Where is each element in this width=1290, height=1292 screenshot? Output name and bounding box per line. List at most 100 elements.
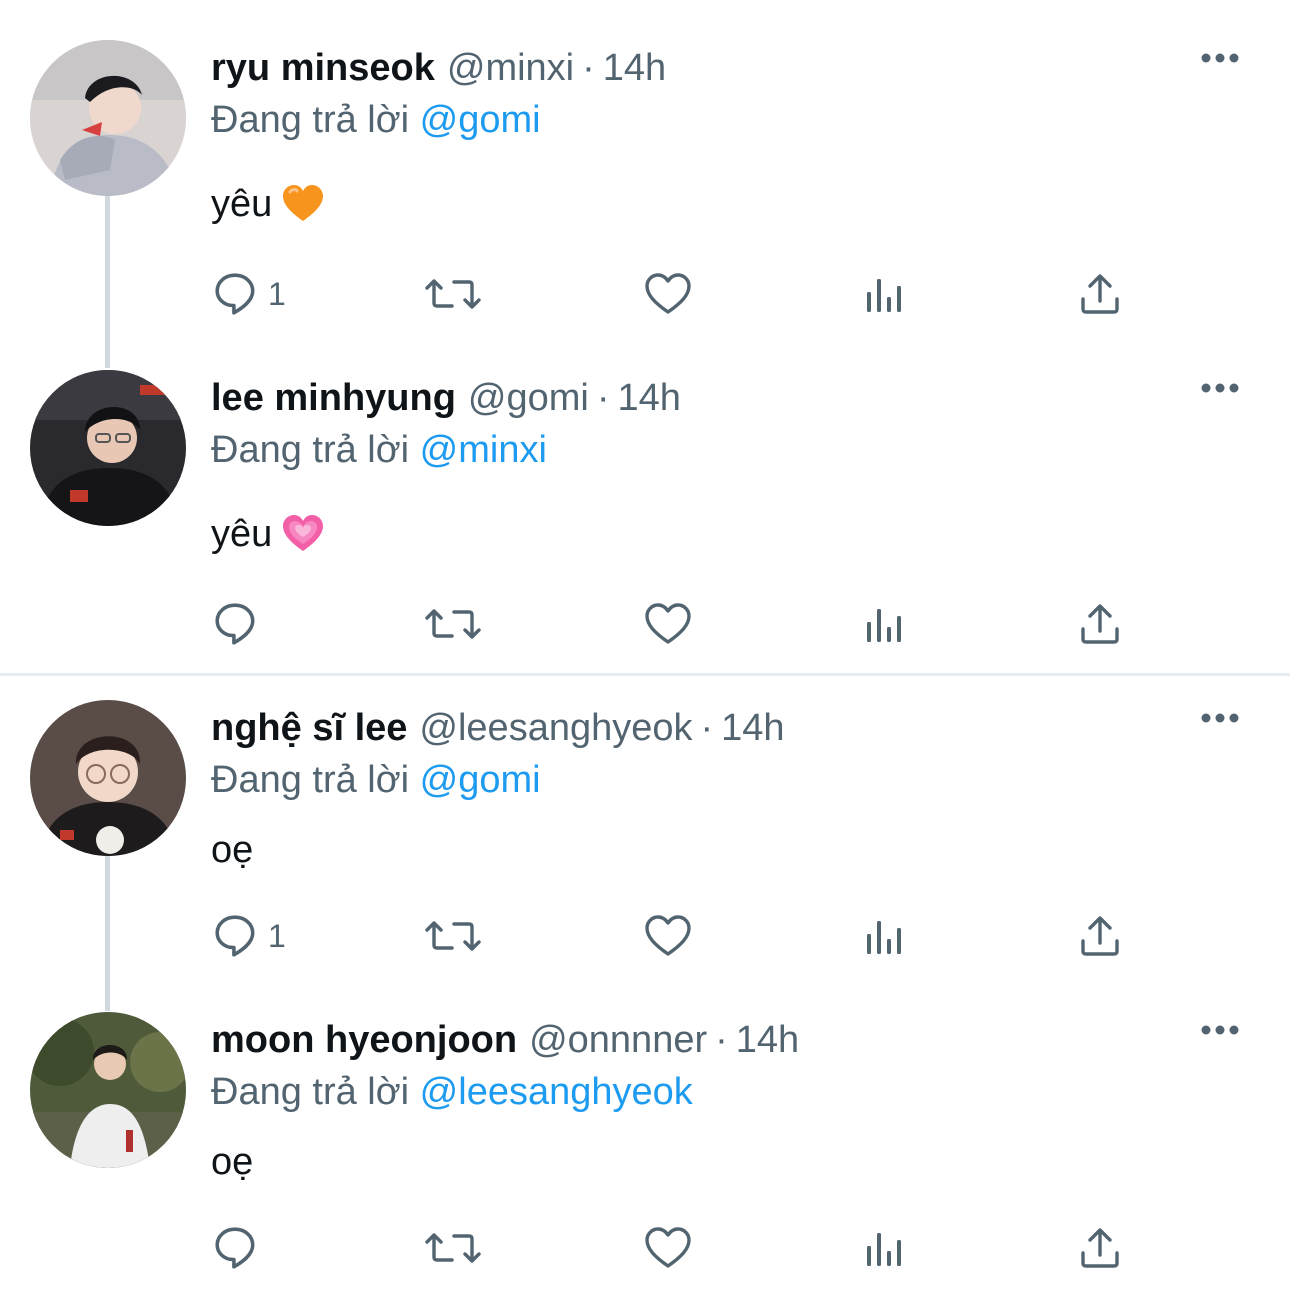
- tweet-actions: [210, 1218, 1150, 1278]
- tweet[interactable]: ryu minseok @minxi · 14h Đang trả lời @gomi…: [0, 38, 1290, 338]
- views-button[interactable]: [865, 264, 903, 324]
- timestamp[interactable]: 14h: [618, 377, 681, 419]
- separator: ·: [582, 47, 595, 89]
- share-button[interactable]: [1080, 264, 1120, 324]
- mention-link[interactable]: @gomi: [420, 99, 541, 141]
- reply-icon: [215, 1227, 255, 1269]
- username[interactable]: @onnnner: [529, 1019, 707, 1061]
- replying-to: Đang trả lời @leesanghyeok: [211, 1062, 693, 1122]
- views-button[interactable]: [865, 594, 903, 654]
- divider: [0, 673, 1290, 676]
- tweet[interactable]: nghệ sĩ lee @leesanghyeok · 14h Đang trả lờ…: [0, 698, 1290, 998]
- reply-icon: [215, 603, 255, 645]
- avatar[interactable]: [30, 370, 186, 526]
- share-icon: [1081, 916, 1119, 956]
- orange-heart-icon: [282, 182, 324, 238]
- tweet[interactable]: moon hyeonjoon @onnnner · 14h Đang trả lời …: [0, 1010, 1290, 1292]
- analytics-icon: [867, 1233, 901, 1266]
- tweet-text-content: yêu: [211, 513, 273, 555]
- more-button[interactable]: [1200, 710, 1252, 746]
- retweet-icon: [425, 279, 481, 309]
- growing-heart-icon: [282, 512, 324, 568]
- timestamp[interactable]: 14h: [721, 707, 784, 749]
- avatar[interactable]: [30, 40, 186, 196]
- tweet-actions: [210, 594, 1150, 654]
- more-button[interactable]: [1200, 1022, 1252, 1058]
- replying-to-label: Đang trả lời: [211, 1071, 410, 1113]
- share-button[interactable]: [1080, 594, 1120, 654]
- retweet-button[interactable]: [425, 906, 481, 966]
- retweet-icon: [425, 609, 481, 639]
- retweet-button[interactable]: [425, 594, 481, 654]
- retweet-icon: [425, 1233, 481, 1263]
- separator: ·: [596, 377, 610, 419]
- like-button[interactable]: [645, 1218, 691, 1278]
- like-button[interactable]: [645, 594, 691, 654]
- reply-count: 1: [268, 275, 286, 312]
- replying-to: Đang trả lời @gomi: [211, 90, 541, 150]
- share-icon: [1081, 1228, 1119, 1268]
- more-icon: [1201, 53, 1239, 63]
- username[interactable]: @minxi: [447, 47, 574, 89]
- analytics-icon: [867, 921, 901, 954]
- heart-icon: [645, 1227, 691, 1268]
- more-icon: [1201, 713, 1239, 723]
- mention-link[interactable]: @leesanghyeok: [420, 1071, 693, 1113]
- share-icon: [1081, 604, 1119, 644]
- tweet-actions: 1: [210, 264, 1150, 324]
- tweet-header: moon hyeonjoon @onnnner · 14h: [211, 1010, 799, 1070]
- reply-button[interactable]: [214, 594, 268, 654]
- reply-button[interactable]: 1: [214, 906, 286, 966]
- tweet[interactable]: lee minhyung @gomi · 14h Đang trả lời @minx…: [0, 368, 1290, 668]
- display-name[interactable]: nghệ sĩ lee: [211, 707, 407, 749]
- display-name[interactable]: moon hyeonjoon: [211, 1019, 517, 1061]
- tweet-text-content: yêu: [211, 183, 273, 225]
- retweet-button[interactable]: [425, 264, 481, 324]
- like-button[interactable]: [645, 264, 691, 324]
- avatar[interactable]: [30, 700, 186, 856]
- tweet-text: yêu: [211, 506, 324, 568]
- avatar[interactable]: [30, 1012, 186, 1168]
- tweet-header: lee minhyung @gomi · 14h: [211, 368, 681, 428]
- display-name[interactable]: ryu minseok: [211, 47, 435, 89]
- timestamp[interactable]: 14h: [603, 47, 666, 89]
- tweet-text-content: oẹ: [211, 1141, 254, 1183]
- username[interactable]: @leesanghyeok: [419, 707, 692, 749]
- replying-to-label: Đang trả lời: [211, 429, 410, 471]
- replying-to: Đang trả lời @gomi: [211, 750, 541, 810]
- tweet-actions: 1: [210, 906, 1150, 966]
- like-button[interactable]: [645, 906, 691, 966]
- analytics-icon: [867, 609, 901, 642]
- share-icon: [1081, 274, 1119, 314]
- tweet-header: ryu minseok @minxi · 14h: [211, 38, 666, 98]
- tweet-text: oẹ: [211, 822, 253, 878]
- analytics-icon: [867, 279, 901, 312]
- reply-icon: [215, 915, 255, 957]
- mention-link[interactable]: @minxi: [420, 429, 547, 471]
- reply-button[interactable]: [214, 1218, 268, 1278]
- heart-icon: [645, 915, 691, 956]
- reply-count: 1: [268, 917, 286, 954]
- reply-icon: [215, 273, 255, 315]
- heart-icon: [645, 273, 691, 314]
- views-button[interactable]: [865, 906, 903, 966]
- replying-to-label: Đang trả lời: [211, 99, 410, 141]
- timestamp[interactable]: 14h: [736, 1019, 799, 1061]
- display-name[interactable]: lee minhyung: [211, 377, 456, 419]
- more-button[interactable]: [1200, 380, 1252, 416]
- retweet-button[interactable]: [425, 1218, 481, 1278]
- views-button[interactable]: [865, 1218, 903, 1278]
- share-button[interactable]: [1080, 906, 1120, 966]
- separator: ·: [700, 707, 714, 749]
- separator: ·: [715, 1019, 728, 1061]
- tweet-text-content: oẹ: [211, 829, 254, 871]
- more-button[interactable]: [1200, 50, 1252, 86]
- retweet-icon: [425, 921, 481, 951]
- share-button[interactable]: [1080, 1218, 1120, 1278]
- more-icon: [1201, 1025, 1239, 1035]
- replying-to: Đang trả lời @minxi: [211, 420, 547, 480]
- reply-button[interactable]: 1: [214, 264, 286, 324]
- mention-link[interactable]: @gomi: [420, 759, 541, 801]
- username[interactable]: @gomi: [468, 377, 589, 419]
- heart-icon: [645, 603, 691, 644]
